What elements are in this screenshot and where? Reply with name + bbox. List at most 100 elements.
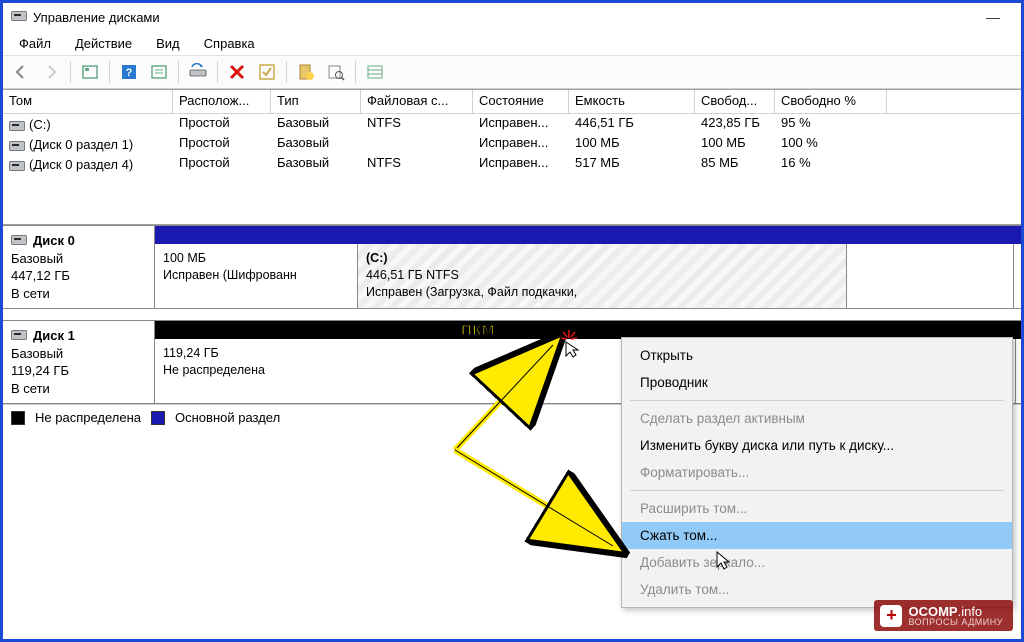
context-item: Сделать раздел активным [622,405,1012,432]
window-title: Управление дисками [33,10,160,25]
disk-name: Диск 1 [33,327,75,345]
legend-swatch-unallocated [11,411,25,425]
col-type[interactable]: Тип [271,90,361,113]
disk-name: Диск 0 [33,232,75,250]
col-pct[interactable]: Свободно % [775,90,887,113]
vol-pct: 16 % [775,154,887,174]
partition-status: Исправен (Шифрованн [163,267,349,284]
check-button[interactable] [253,58,281,86]
vol-type: Базовый [271,134,361,154]
disk-block: Диск 0Базовый447,12 ГБВ сети100 МБИсправ… [3,226,1021,309]
vol-capacity: 100 МБ [569,134,695,154]
disk-size: 119,24 ГБ [11,362,146,380]
vol-status: Исправен... [473,134,569,154]
partition-label: (C:) [366,250,838,267]
col-capacity[interactable]: Емкость [569,90,695,113]
partition-status: Исправен (Загрузка, Файл подкачки, [366,284,838,301]
disk-icon [11,232,27,250]
vol-capacity: 517 МБ [569,154,695,174]
vol-free: 85 МБ [695,154,775,174]
col-status[interactable]: Состояние [473,90,569,113]
context-item: Расширить том... [622,495,1012,522]
volume-row[interactable]: (Диск 0 раздел 1) ПростойБазовый Исправен.… [3,134,1021,154]
disk-icon [9,139,25,149]
vol-name: (Диск 0 раздел 4) [29,157,133,172]
partition-size: 446,51 ГБ NTFS [366,267,838,284]
menu-bar: Файл Действие Вид Справка [3,31,1021,55]
disk-type: Базовый [11,250,146,268]
volume-table-header: Том Располож... Тип Файловая с... Состоя… [3,90,1021,114]
nav-forward-button[interactable] [37,58,65,86]
context-item: Добавить зеркало... [622,549,1012,576]
vol-pct: 100 % [775,134,887,154]
vol-status: Исправен... [473,154,569,174]
vol-pct: 95 % [775,114,887,134]
vol-name: (C:) [29,117,51,132]
new-button[interactable] [292,58,320,86]
context-separator [630,400,1004,401]
disk-status: В сети [11,285,146,303]
vol-fs: NTFS [361,154,473,174]
list-view-button[interactable] [361,58,389,86]
nav-back-button[interactable] [7,58,35,86]
disk-color-bar [155,226,1021,244]
col-layout[interactable]: Располож... [173,90,271,113]
disk-icon [9,159,25,169]
svg-text:?: ? [126,67,133,79]
delete-button[interactable] [223,58,251,86]
vol-capacity: 446,51 ГБ [569,114,695,134]
context-item[interactable]: Проводник [622,369,1012,396]
partition[interactable] [846,244,1014,308]
minimize-button[interactable]: — [973,3,1013,31]
toolbar-console-button[interactable] [76,58,104,86]
context-item[interactable]: Сжать том... [622,522,1012,549]
volume-row[interactable]: (Диск 0 раздел 4)ПростойБазовыйNTFSИспра… [3,154,1021,174]
vol-layout: Простой [173,134,271,154]
partition[interactable]: 100 МБИсправен (Шифрованн [154,244,358,308]
disk-status: В сети [11,380,146,398]
vol-status: Исправен... [473,114,569,134]
col-fs[interactable]: Файловая с... [361,90,473,113]
help-button[interactable]: ? [115,58,143,86]
disk-icon [9,119,25,129]
title-bar: Управление дисками — [3,3,1021,31]
legend-unallocated-label: Не распределена [35,410,141,425]
watermark-plus-icon: + [880,605,902,627]
app-icon [11,10,27,24]
watermark-sub: ВОПРОСЫ АДМИНУ [908,617,1003,627]
legend-swatch-primary [151,411,165,425]
volume-row[interactable]: (C:)ПростойБазовыйNTFSИсправен...446,51 … [3,114,1021,134]
context-separator [630,490,1004,491]
menu-file[interactable]: Файл [9,33,61,54]
menu-action[interactable]: Действие [65,33,142,54]
vol-layout: Простой [173,154,271,174]
vol-free: 100 МБ [695,134,775,154]
vol-fs: NTFS [361,114,473,134]
disk-info[interactable]: Диск 1Базовый119,24 ГБВ сети [3,321,155,403]
vol-fs [361,134,473,154]
legend-primary-label: Основной раздел [175,410,280,425]
disk-info[interactable]: Диск 0Базовый447,12 ГБВ сети [3,226,155,308]
col-free[interactable]: Свобод... [695,90,775,113]
cursor-icon [715,551,731,574]
vol-name: (Диск 0 раздел 1) [29,137,133,152]
disk-type: Базовый [11,345,146,363]
col-volume[interactable]: Том [3,90,173,113]
disk-icon [11,327,27,345]
context-menu[interactable]: ОткрытьПроводник Сделать раздел активнымИ… [621,337,1013,608]
partition[interactable]: (C:)446,51 ГБ NTFSИсправен (Загрузка, Фа… [357,244,847,308]
menu-view[interactable]: Вид [146,33,190,54]
annotation-label: ПКМ [461,322,495,339]
context-item: Удалить том... [622,576,1012,603]
toolbar-props-button[interactable] [145,58,173,86]
context-item[interactable]: Открыть [622,342,1012,369]
toolbar: ? [3,55,1021,89]
vol-layout: Простой [173,114,271,134]
refresh-button[interactable] [184,58,212,86]
context-item: Форматировать... [622,459,1012,486]
menu-help[interactable]: Справка [194,33,265,54]
volume-table: Том Располож... Тип Файловая с... Состоя… [3,89,1021,225]
context-item[interactable]: Изменить букву диска или путь к диску... [622,432,1012,459]
partition-size: 100 МБ [163,250,349,267]
search-button[interactable] [322,58,350,86]
